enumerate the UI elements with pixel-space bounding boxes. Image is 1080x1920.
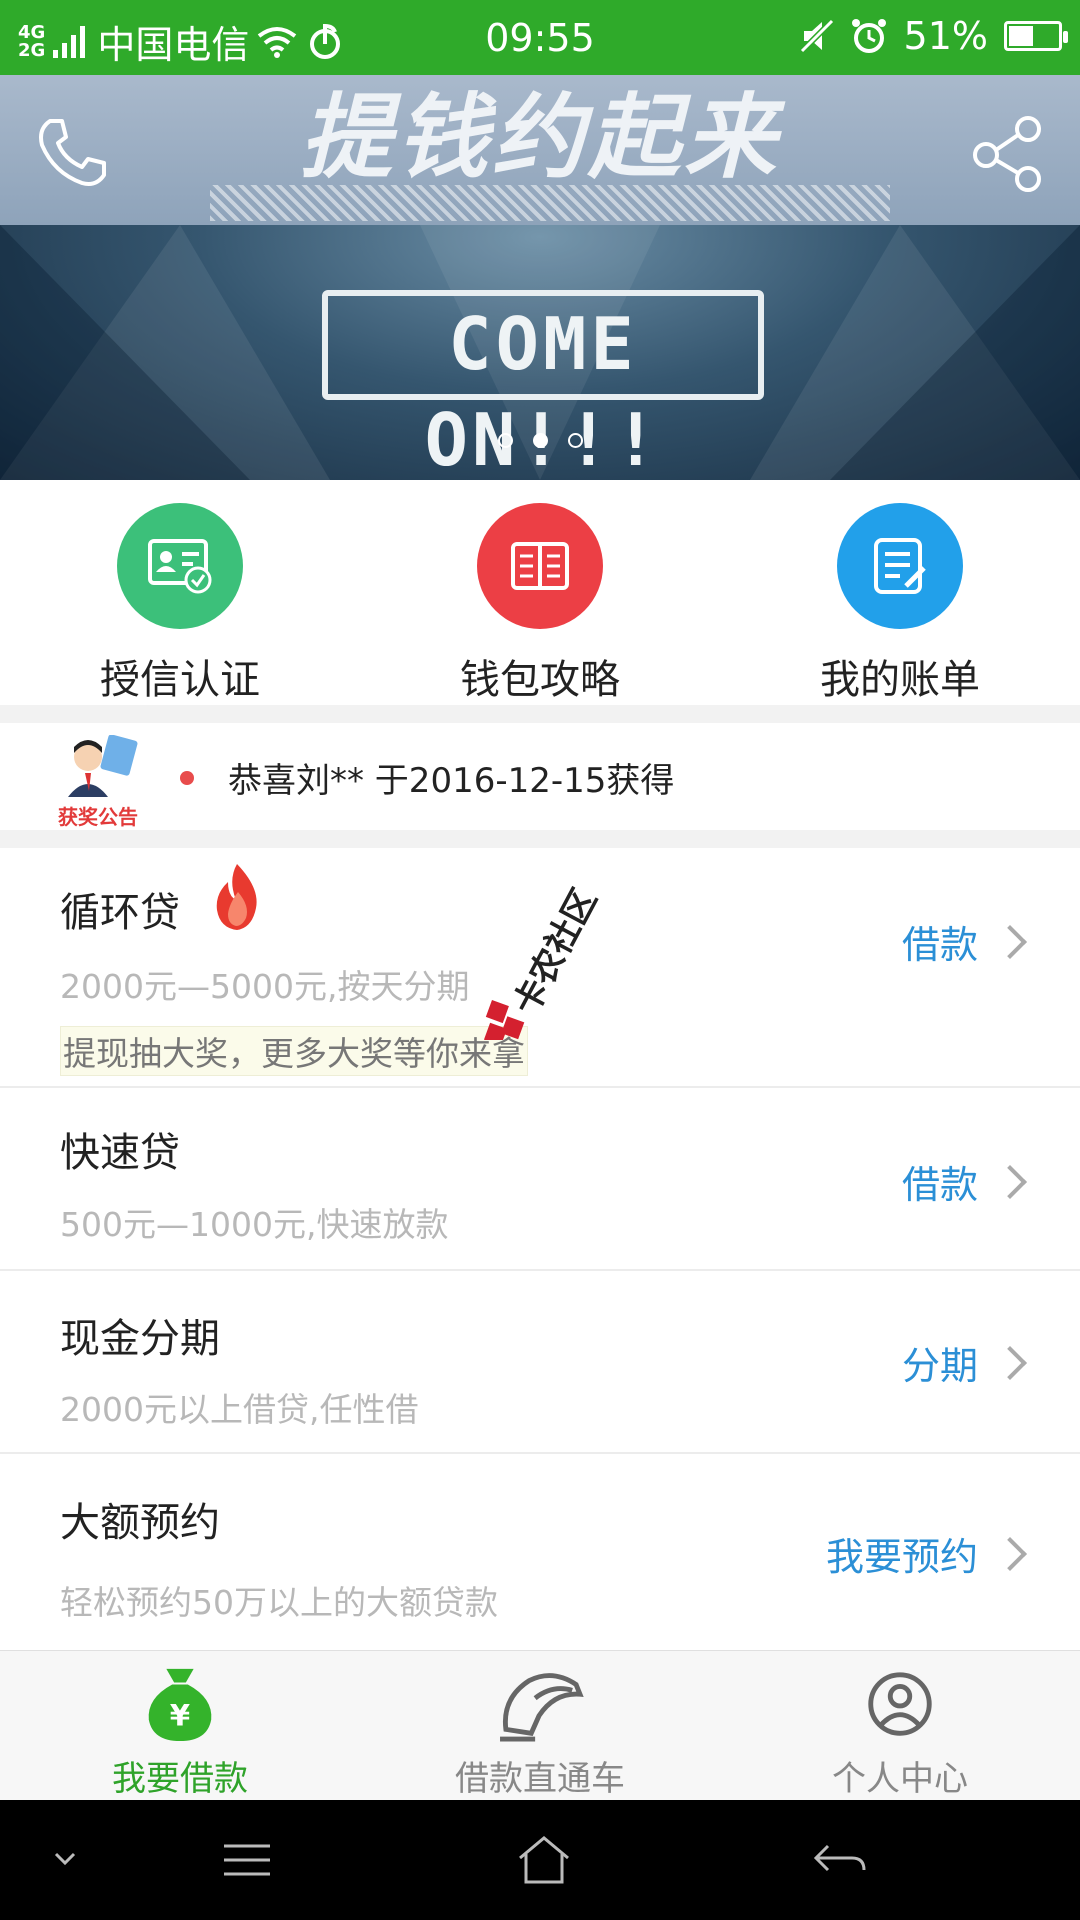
- product-row-cash-installment[interactable]: 现金分期 2000元以上借贷,任性借 分期: [0, 1271, 1080, 1454]
- product-subtitle: 轻松预约50万以上的大额贷款: [60, 1583, 498, 1622]
- banner-title: 提钱约起来: [299, 84, 780, 191]
- notice-bullet: [180, 771, 194, 785]
- book-icon: [511, 542, 569, 590]
- carousel-indicator: [0, 433, 1080, 448]
- tab-label: 借款直通车: [455, 1759, 625, 1799]
- reserve-button[interactable]: 我要预约: [825, 1526, 1027, 1581]
- phone-icon[interactable]: [32, 113, 112, 193]
- tab-label: 我要借款: [112, 1759, 248, 1799]
- action-label: 我要预约: [825, 1535, 978, 1579]
- money-bag-icon: ¥: [148, 1668, 212, 1742]
- notice-text: 恭喜刘** 于2016-12-15获得: [228, 761, 675, 801]
- quick-link-credit-auth[interactable]: 授信认证: [0, 480, 360, 705]
- tab-borrow[interactable]: ¥ 我要借款: [0, 1651, 360, 1800]
- bill-icon: [874, 538, 926, 594]
- watermark: 卡农社区: [483, 882, 605, 1040]
- promo-banner[interactable]: 提钱约起来 COME ON!!!: [0, 75, 1080, 480]
- chevron-right-icon: [993, 924, 1027, 959]
- train-icon: [500, 1673, 584, 1742]
- chevron-right-icon: [993, 1345, 1027, 1380]
- chevron-right-icon: [993, 1536, 1027, 1571]
- borrow-button[interactable]: 借款: [901, 914, 1027, 969]
- chevron-right-icon: [993, 1164, 1027, 1199]
- status-bar: 4G 2G 中国电信 09:55 51%: [0, 0, 1080, 75]
- action-label: 借款: [901, 1163, 978, 1207]
- hot-flame-icon: [216, 864, 257, 930]
- action-label: 分期: [901, 1344, 978, 1388]
- banner-sign: COME ON!!!: [322, 290, 764, 480]
- installment-button[interactable]: 分期: [901, 1335, 1027, 1390]
- award-notice[interactable]: 获奖公告 恭喜刘** 于2016-12-15获得: [0, 723, 1080, 830]
- alarm-icon: [851, 19, 886, 53]
- product-subtitle: 2000元以上借贷,任性借: [60, 1390, 419, 1429]
- carousel-dot-active[interactable]: [532, 433, 548, 448]
- quick-link-wallet-guide[interactable]: 钱包攻略: [360, 480, 720, 705]
- id-card-check-icon: [148, 539, 212, 594]
- product-row-large-reservation[interactable]: 大额预约 轻松预约50万以上的大额贷款 我要预约: [0, 1454, 1080, 1650]
- battery-icon: [1004, 21, 1068, 51]
- product-title: 快速贷: [60, 1130, 180, 1176]
- award-logo-text: 获奖公告: [58, 805, 138, 829]
- borrow-button[interactable]: 借款: [901, 1154, 1027, 1209]
- user-icon: [868, 1672, 932, 1736]
- product-promo: 提现抽大奖，更多大奖等你来拿: [60, 1026, 528, 1076]
- tab-label: 个人中心: [832, 1759, 968, 1799]
- action-label: 借款: [901, 923, 978, 967]
- tab-profile[interactable]: 个人中心: [720, 1651, 1080, 1800]
- svg-text:¥: ¥: [170, 1698, 191, 1732]
- home-icon[interactable]: [516, 1834, 572, 1886]
- product-title: 大额预约: [60, 1500, 220, 1546]
- carousel-dot[interactable]: [497, 433, 513, 448]
- menu-icon[interactable]: [222, 1840, 272, 1880]
- product-subtitle: 500元—1000元,快速放款: [60, 1205, 449, 1244]
- quick-link-my-bill[interactable]: 我的账单: [720, 480, 1080, 705]
- tab-loan-express[interactable]: 借款直通车: [360, 1651, 720, 1800]
- quick-link-label: 钱包攻略: [460, 657, 620, 703]
- bottom-tab-bar: ¥ 我要借款 借款直通车 个人中心: [0, 1650, 1080, 1800]
- carousel-dot[interactable]: [567, 433, 583, 448]
- battery-percent: 51%: [903, 14, 988, 58]
- quick-link-label: 授信认证: [100, 657, 260, 703]
- product-title: 现金分期: [60, 1316, 220, 1362]
- quick-link-label: 我的账单: [820, 657, 980, 703]
- product-row-quick-loan[interactable]: 快速贷 500元—1000元,快速放款 借款: [0, 1088, 1080, 1271]
- quick-links: 授信认证 钱包攻略 我的账单: [0, 480, 1080, 705]
- chevron-down-icon[interactable]: [52, 1850, 78, 1868]
- mute-icon: [799, 19, 834, 53]
- share-icon[interactable]: [968, 113, 1048, 193]
- product-subtitle: 2000元—5000元,按天分期: [60, 967, 470, 1006]
- system-nav-bar: [0, 1800, 1080, 1920]
- svg-text:卡农社区: 卡农社区: [506, 882, 605, 1021]
- product-title: 循环贷: [60, 890, 180, 936]
- back-icon[interactable]: [812, 1840, 868, 1880]
